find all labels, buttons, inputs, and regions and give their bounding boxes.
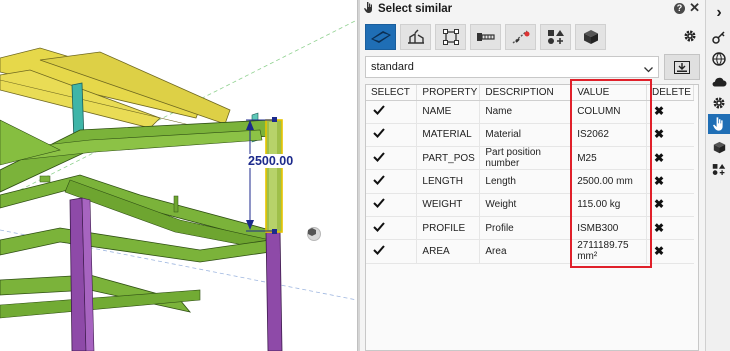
delete-icon: ✖ xyxy=(653,174,665,189)
shapes-icon[interactable] xyxy=(708,159,730,179)
download-icon xyxy=(674,60,690,74)
expand-panel-button[interactable]: › xyxy=(708,3,730,23)
value-cell[interactable]: COLUMN xyxy=(571,100,647,124)
column-header-property[interactable]: PROPERTY xyxy=(416,85,481,101)
delete-icon: ✖ xyxy=(653,104,665,119)
model-drawing xyxy=(0,19,357,351)
table-row: PROFILE Profile ISMB300 ✖ xyxy=(366,216,694,241)
column-header-select[interactable]: SELECT xyxy=(366,85,418,101)
description-cell: Profile xyxy=(479,216,573,241)
chevron-down-icon xyxy=(644,64,653,76)
select-checkbox[interactable] xyxy=(366,216,418,241)
delete-icon: ✖ xyxy=(653,127,665,142)
value-cell[interactable]: 2711189.75 mm² xyxy=(571,239,647,264)
bolt-icon[interactable] xyxy=(470,24,501,50)
checkmark-icon xyxy=(373,152,385,162)
property-cell: LENGTH xyxy=(416,169,481,194)
chevron-right-icon: › xyxy=(716,4,722,21)
delete-row-button[interactable]: ✖ xyxy=(646,193,694,217)
checkmark-icon xyxy=(373,175,385,185)
column-header-delete[interactable]: DELETE xyxy=(646,85,695,101)
help-icon[interactable]: ? xyxy=(674,3,685,14)
checkmark-icon xyxy=(373,221,385,232)
description-cell: Material xyxy=(479,123,573,148)
cloud-icon[interactable] xyxy=(708,71,730,91)
weld-icon[interactable] xyxy=(400,24,431,50)
property-cell: AREA xyxy=(416,239,481,264)
delete-row-button[interactable]: ✖ xyxy=(646,239,694,264)
delete-row-button[interactable]: ✖ xyxy=(646,100,694,124)
select-hand-icon[interactable] xyxy=(708,114,730,134)
delete-row-button[interactable]: ✖ xyxy=(646,146,694,171)
properties-table: SELECT PROPERTY DESCRIPTION VALUE DELETE… xyxy=(365,84,699,351)
value-cell[interactable]: ISMB300 xyxy=(571,216,647,241)
globe-icon[interactable] xyxy=(708,49,730,69)
add-shapes-icon[interactable] xyxy=(540,24,571,50)
checkmark-icon xyxy=(373,128,385,139)
select-checkbox[interactable] xyxy=(366,239,418,264)
object-type-toolbar xyxy=(365,24,606,50)
table-row: NAME Name COLUMN ✖ xyxy=(366,100,694,124)
table-header-row: SELECT PROPERTY DESCRIPTION VALUE DELETE xyxy=(366,85,695,101)
view-cube-icon[interactable] xyxy=(307,227,321,241)
column-header-value[interactable]: VALUE xyxy=(571,85,647,101)
rebar-icon[interactable] xyxy=(505,24,536,50)
delete-row-button[interactable]: ✖ xyxy=(646,123,694,148)
value-cell[interactable]: 2500.00 mm xyxy=(571,169,647,194)
checkmark-icon xyxy=(373,198,385,209)
delete-icon: ✖ xyxy=(653,197,665,212)
column-header-description[interactable]: DESCRIPTION xyxy=(479,85,573,101)
value-cell[interactable]: IS2062 xyxy=(571,123,647,148)
dimension-label: 2500.00 xyxy=(247,154,295,168)
cube-icon[interactable] xyxy=(575,24,606,50)
close-icon[interactable]: ✕ xyxy=(689,1,700,15)
cube-icon[interactable] xyxy=(708,137,730,157)
select-checkbox[interactable] xyxy=(366,100,418,124)
panel-title: Select similar xyxy=(378,3,453,15)
select-checkbox[interactable] xyxy=(366,146,418,171)
checkmark-icon xyxy=(373,105,385,116)
panel-header: Select similar ? ✕ xyxy=(360,0,705,18)
select-similar-panel: Select similar ? ✕ standard SELECT PROPE… xyxy=(360,0,705,351)
property-set-value: standard xyxy=(371,61,414,73)
value-cell[interactable]: M25 xyxy=(571,146,647,171)
delete-row-button[interactable]: ✖ xyxy=(646,169,694,194)
load-settings-button[interactable] xyxy=(664,54,700,80)
select-checkbox[interactable] xyxy=(366,169,418,194)
table-row: AREA Area 2711189.75 mm² ✖ xyxy=(366,239,694,264)
description-cell: Length xyxy=(479,169,573,194)
description-cell: Part position number xyxy=(479,146,573,171)
property-set-dropdown[interactable]: standard xyxy=(365,56,659,78)
checkmark-icon xyxy=(373,245,385,255)
description-cell: Weight xyxy=(479,193,573,217)
table-row: WEIGHT Weight 115.00 kg ✖ xyxy=(366,193,694,217)
description-cell: Area xyxy=(479,239,573,264)
key-icon[interactable] xyxy=(708,27,730,47)
profile-object-icon[interactable] xyxy=(365,24,396,50)
select-checkbox[interactable] xyxy=(366,123,418,148)
delete-icon: ✖ xyxy=(653,220,665,235)
table-row: MATERIAL Material IS2062 ✖ xyxy=(366,123,694,148)
description-cell: Name xyxy=(479,100,573,124)
select-hand-icon xyxy=(364,2,374,16)
property-cell: PROFILE xyxy=(416,216,481,241)
table-row: PART_POS Part position number M25 ✖ xyxy=(366,146,694,171)
property-cell: WEIGHT xyxy=(416,193,481,217)
component-icon[interactable] xyxy=(435,24,466,50)
delete-icon: ✖ xyxy=(653,150,665,165)
select-checkbox[interactable] xyxy=(366,193,418,217)
table-row: LENGTH Length 2500.00 mm ✖ xyxy=(366,169,694,194)
property-cell: NAME xyxy=(416,100,481,124)
value-cell[interactable]: 115.00 kg xyxy=(571,193,647,217)
delete-icon: ✖ xyxy=(653,243,665,258)
gear-icon[interactable] xyxy=(683,29,697,46)
side-toolbar: › xyxy=(705,0,730,351)
model-viewport[interactable]: 2500.00 xyxy=(0,0,357,351)
delete-row-button[interactable]: ✖ xyxy=(646,216,694,241)
property-cell: MATERIAL xyxy=(416,123,481,148)
property-cell: PART_POS xyxy=(416,146,481,171)
gear-icon[interactable] xyxy=(708,93,730,113)
